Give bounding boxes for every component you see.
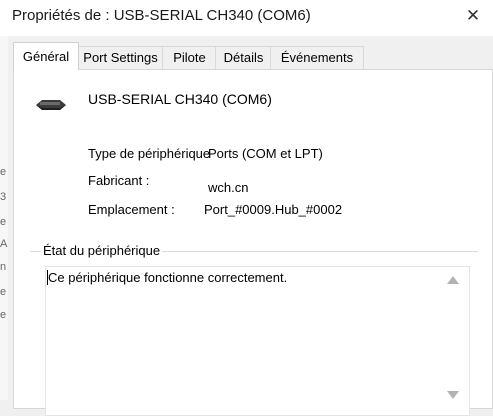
location-value: Port_#0009.Hub_#0002 <box>204 202 343 217</box>
usb-serial-device-icon <box>36 100 66 110</box>
status-group-label: État du périphérique <box>41 243 163 258</box>
window-title: Propriétés de : USB-SERIAL CH340 (COM6) <box>12 7 311 24</box>
background-text-fragment: e <box>0 216 7 228</box>
close-button[interactable]: ✕ <box>453 0 493 32</box>
tab-port-settings[interactable]: Port Settings <box>77 46 164 69</box>
device-name: USB-SERIAL CH340 (COM6) <box>88 91 272 107</box>
location-label: Emplacement : <box>88 202 175 217</box>
background-text-fragment: A <box>0 238 8 250</box>
scroll-down-icon[interactable] <box>447 391 459 399</box>
scroll-up-icon[interactable] <box>447 276 459 284</box>
manufacturer-label: Fabricant : <box>88 173 150 188</box>
manufacturer-value: wch.cn <box>208 180 249 195</box>
background-text-fragment: n <box>0 261 7 273</box>
background-text-fragment: e <box>0 166 7 178</box>
close-icon: ✕ <box>465 6 481 25</box>
title-bar[interactable]: Propriétés de : USB-SERIAL CH340 (COM6) … <box>0 0 493 36</box>
general-tab-panel: USB-SERIAL CH340 (COM6) Type de périphér… <box>13 69 493 416</box>
device-status-textbox[interactable]: Ce périphérique fonctionne correctement. <box>45 266 470 416</box>
tab-details[interactable]: Détails <box>215 46 272 69</box>
tab-driver[interactable]: Pilote <box>162 46 217 69</box>
device-type-value: Ports (COM et LPT) <box>208 146 323 161</box>
background-text-fragment: e <box>0 309 7 321</box>
device-status-text: Ce périphérique fonctionne correctement. <box>48 270 288 285</box>
tab-general[interactable]: Général <box>13 42 79 70</box>
background-text-fragment: e <box>0 286 7 298</box>
device-type-label: Type de périphérique <box>88 146 211 161</box>
background-text-fragment: 3 <box>0 191 7 203</box>
background-window-edge: e 3 e A n e e <box>0 36 8 400</box>
tab-events[interactable]: Événements <box>270 46 364 69</box>
